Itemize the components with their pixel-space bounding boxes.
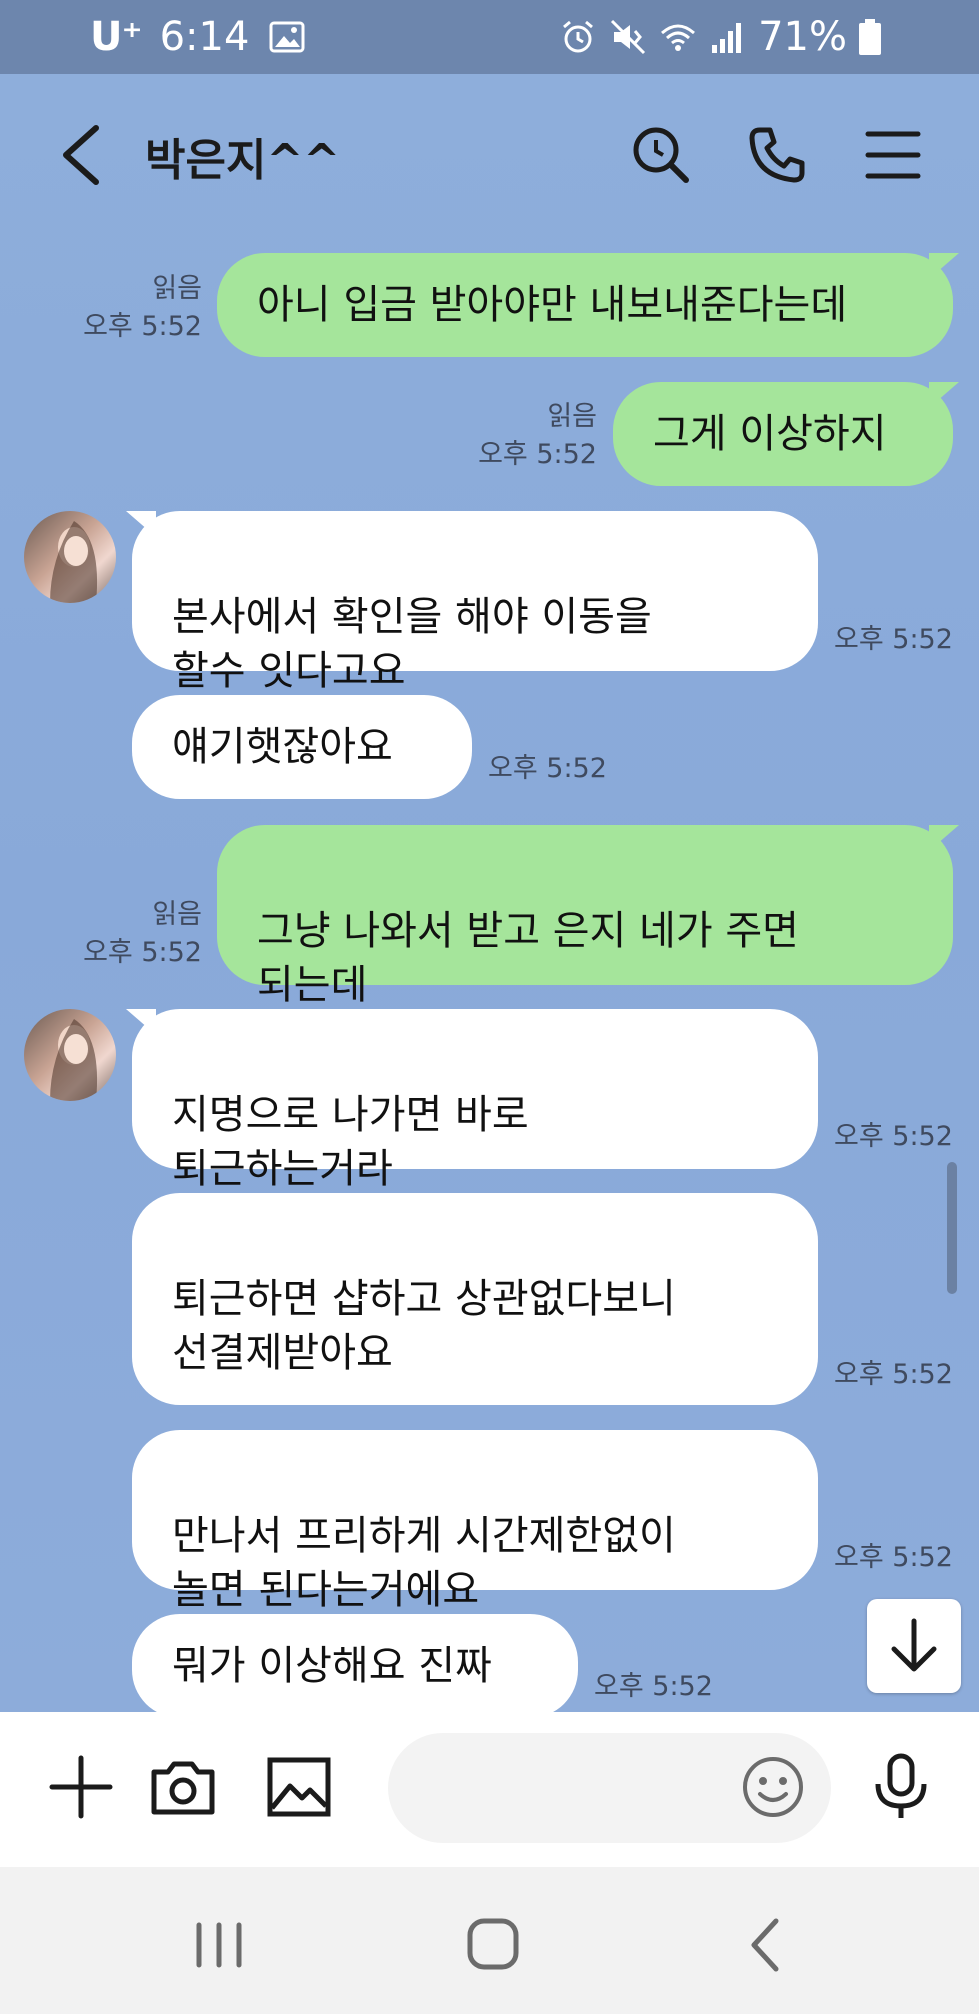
camera-icon[interactable] (148, 1752, 218, 1822)
message-meta: 읽음 오후 5:52 (60, 270, 202, 346)
recent-apps-icon[interactable] (184, 1915, 254, 1975)
signal-icon (712, 23, 742, 53)
phone-icon[interactable] (746, 124, 808, 186)
battery-icon (859, 19, 881, 55)
plus-icon[interactable] (46, 1752, 116, 1822)
avatar-photo (50, 1019, 98, 1101)
message-time: 오후 5:52 (834, 1542, 953, 1573)
menu-icon[interactable] (862, 124, 924, 186)
chat-title: 박은지^^ (145, 135, 341, 186)
message-text: 얘기햇잖아요 (172, 724, 393, 770)
message-time: 오후 5:52 (834, 1121, 953, 1152)
message-time: 오후 5:52 (83, 311, 202, 342)
received-message-bubble[interactable]: 지명으로 나가면 바로 퇴근하는거라 (126, 1009, 818, 1192)
read-receipt: 읽음 (152, 899, 202, 930)
received-message-bubble[interactable]: 퇴근하면 샵하고 상관없다보니 선결제받아요 (132, 1193, 818, 1405)
mic-icon[interactable] (866, 1752, 936, 1822)
emoji-icon[interactable] (738, 1752, 808, 1822)
status-bar: U⁺ 6:14 71% (0, 0, 979, 74)
mute-icon (611, 19, 646, 55)
read-receipt: 읽음 (152, 273, 202, 304)
message-time: 오후 5:52 (834, 1359, 953, 1390)
message-meta: 읽음 오후 5:52 (60, 896, 202, 972)
status-time: 6:14 (159, 14, 250, 60)
avatar-photo (50, 521, 98, 603)
avatar[interactable] (24, 1009, 116, 1101)
scroll-to-bottom-button[interactable] (867, 1599, 961, 1693)
back-icon[interactable] (56, 120, 104, 190)
received-message-bubble[interactable]: 얘기햇잖아요 (132, 695, 472, 799)
search-icon[interactable] (630, 124, 692, 186)
gallery-notification-icon (269, 21, 305, 53)
message-time: 오후 5:52 (83, 937, 202, 968)
scrollbar-thumb[interactable] (947, 1162, 957, 1294)
arrow-down-icon (891, 1618, 937, 1672)
message-text: 퇴근하면 샵하고 상관없다보니 선결제받아요 (172, 1276, 676, 1376)
my-message-bubble[interactable]: 아니 입금 받아야만 내보내준다는데 (217, 253, 959, 357)
back-nav-icon[interactable] (732, 1915, 802, 1975)
message-text: 아니 입금 받아야만 내보내준다는데 (257, 282, 848, 328)
image-icon[interactable] (264, 1752, 334, 1822)
carrier-label: U⁺ (90, 14, 143, 60)
my-message-bubble[interactable]: 그냥 나와서 받고 은지 네가 주면 되는데 (217, 825, 959, 1008)
received-message-bubble[interactable]: 본사에서 확인을 해야 이동을 할수 잇다고요 (126, 511, 818, 694)
message-text: 그게 이상하지 (653, 411, 887, 457)
read-receipt: 읽음 (547, 401, 597, 432)
message-time: 오후 5:52 (834, 624, 953, 655)
message-time: 오후 5:52 (594, 1671, 713, 1702)
received-message-bubble[interactable]: 만나서 프리하게 시간제한없이 놀면 된다는거에요 (132, 1430, 818, 1613)
message-meta: 읽음 오후 5:52 (460, 398, 597, 474)
battery-percent: 71% (758, 14, 847, 60)
avatar[interactable] (24, 511, 116, 603)
my-message-bubble[interactable]: 그게 이상하지 (613, 382, 959, 486)
wifi-icon (661, 24, 696, 51)
message-time: 오후 5:52 (478, 439, 597, 470)
home-icon[interactable] (458, 1915, 528, 1975)
message-text: 뭐가 이상해요 진짜 (172, 1643, 492, 1689)
message-time: 오후 5:52 (488, 753, 607, 784)
received-message-bubble[interactable]: 뭐가 이상해요 진짜 (132, 1614, 578, 1718)
alarm-icon (563, 20, 594, 53)
